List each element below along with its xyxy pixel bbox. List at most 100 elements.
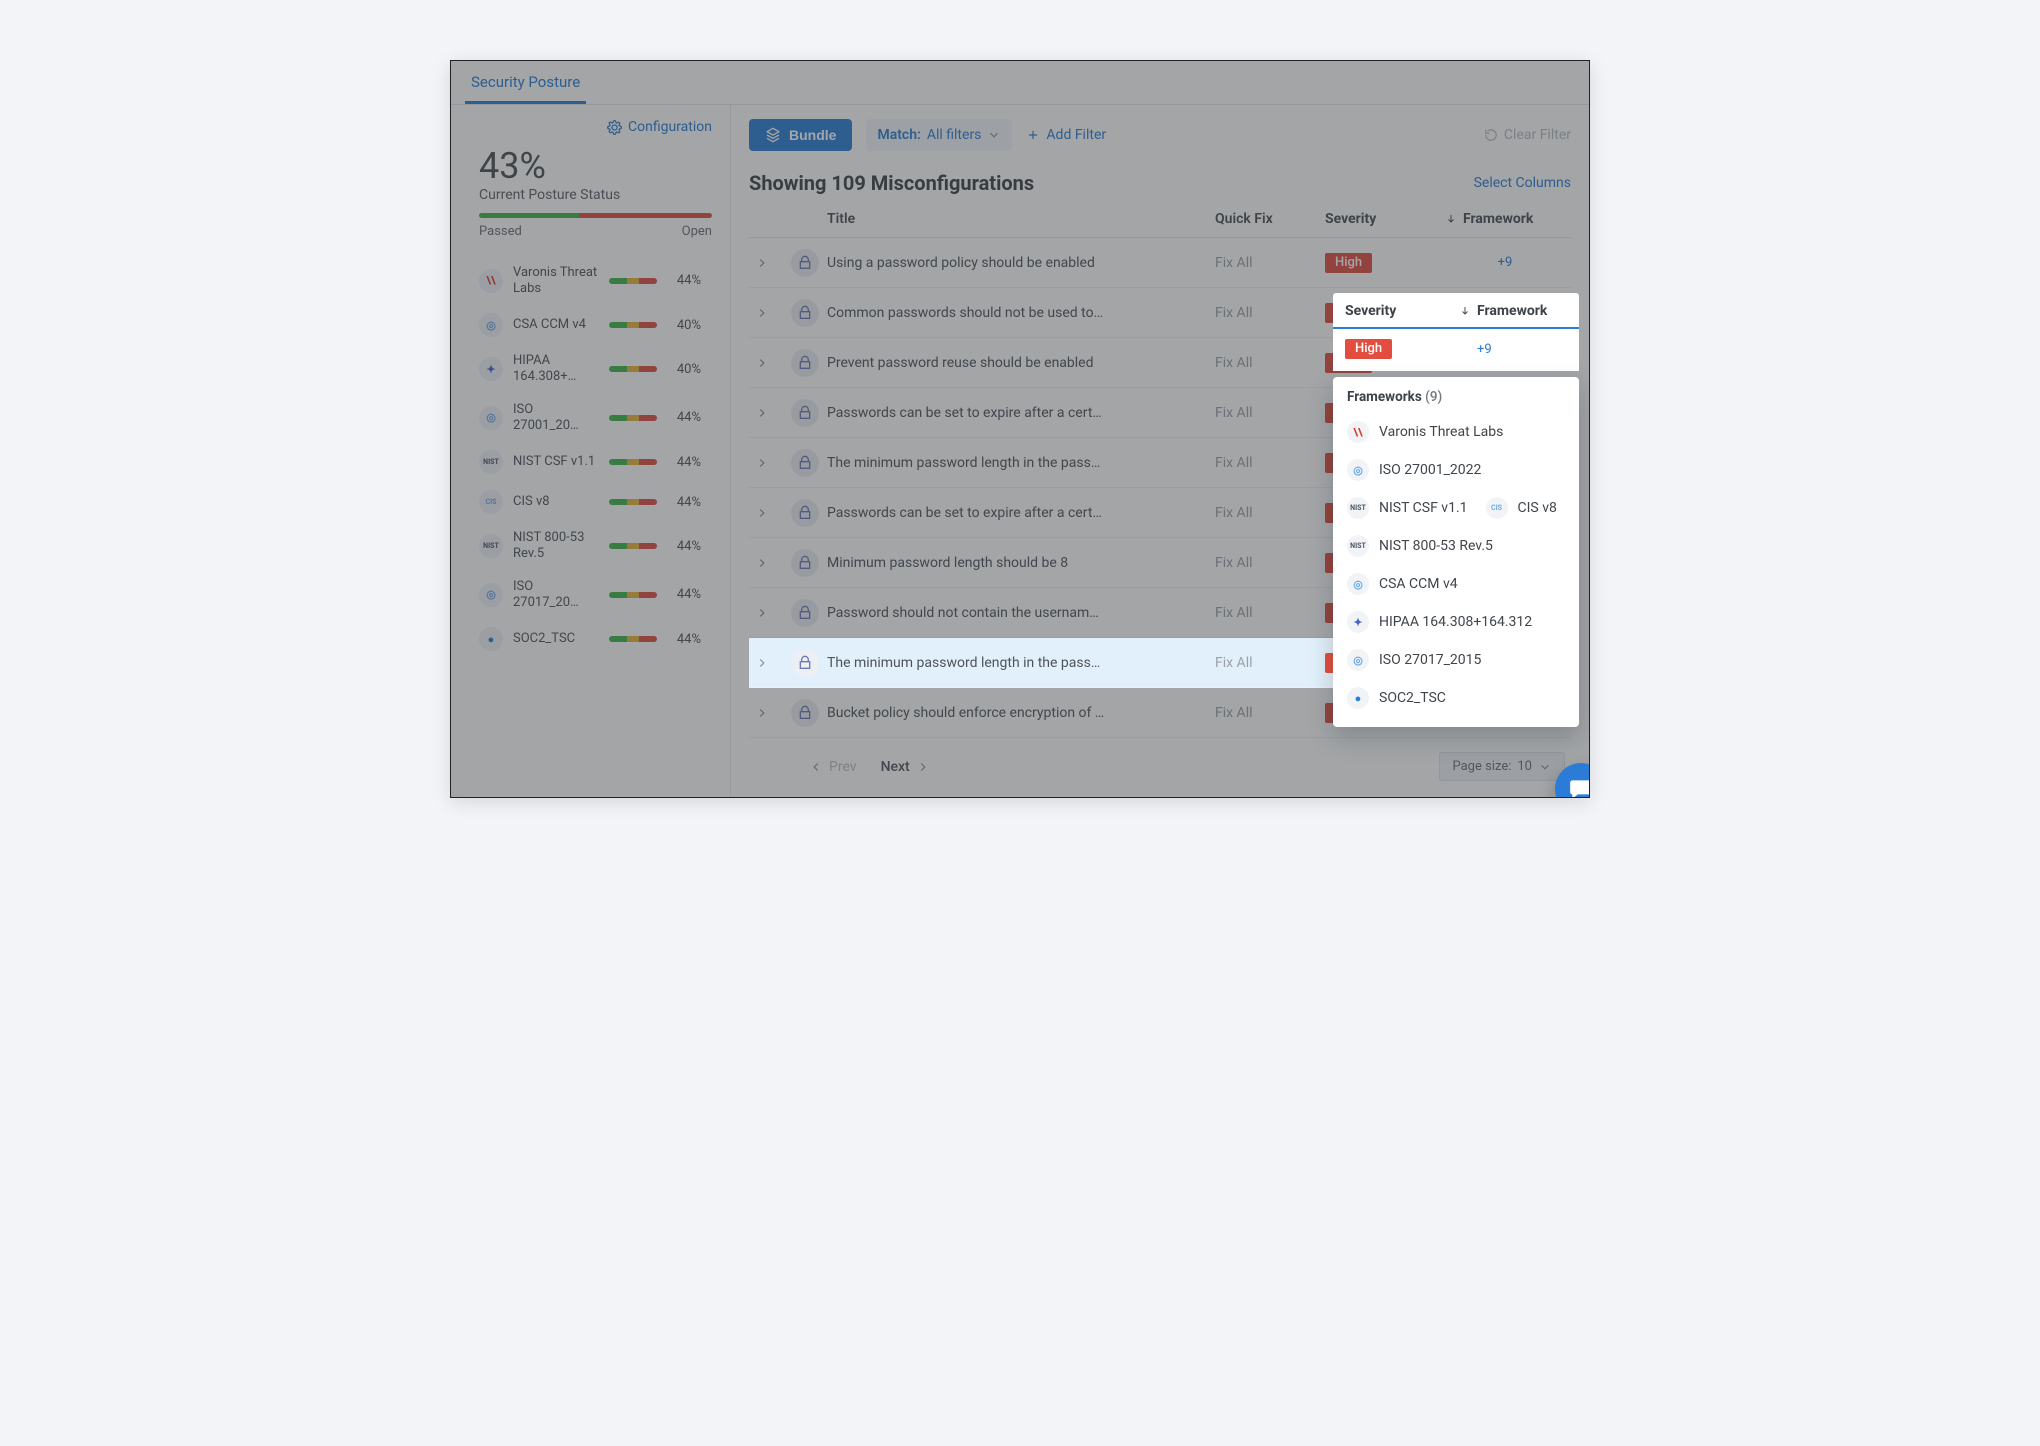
framework-icon: NIST	[479, 534, 503, 558]
framework-name: HIPAA 164.308+164.312	[1379, 614, 1532, 630]
framework-icon: ◎	[479, 406, 503, 430]
pagination: Prev Next Page size: 10	[749, 738, 1571, 797]
popover-severity-badge: High	[1345, 339, 1392, 359]
fix-all-link[interactable]: Fix All	[1215, 705, 1325, 721]
framework-item[interactable]: ✦ HIPAA 164.308+164.312	[1347, 603, 1565, 641]
framework-icon: \\	[479, 269, 503, 293]
framework-name: CSA CCM v4	[513, 317, 599, 333]
framework-name: ISO 27017_2015	[1379, 652, 1481, 668]
fix-all-link[interactable]: Fix All	[1215, 455, 1325, 471]
framework-pct: 44%	[667, 273, 701, 288]
framework-item[interactable]: ◎ ISO 27017_2015	[1347, 641, 1565, 679]
framework-icon: ◎	[1347, 459, 1369, 481]
fix-all-link[interactable]: Fix All	[1215, 305, 1325, 321]
misconfig-title: Bucket policy should enforce encryption …	[827, 705, 1215, 721]
framework-item[interactable]: NIST NIST CSF v1.1 CIS CIS v8	[1347, 489, 1565, 527]
fix-all-link[interactable]: Fix All	[1215, 255, 1325, 271]
expand-row[interactable]	[755, 356, 791, 370]
bundle-button[interactable]: Bundle	[749, 119, 852, 151]
expand-row[interactable]	[755, 656, 791, 670]
reset-icon	[1484, 128, 1498, 142]
framework-item[interactable]: \\ Varonis Threat Labs	[1347, 413, 1565, 451]
framework-list: \\ Varonis Threat Labs 44% ◎ CSA CCM v4 …	[479, 257, 712, 660]
select-columns-link[interactable]: Select Columns	[1474, 175, 1571, 191]
fix-all-link[interactable]: Fix All	[1215, 605, 1325, 621]
clear-filter-button[interactable]: Clear Filter	[1484, 127, 1571, 143]
col-framework[interactable]: Framework	[1445, 211, 1565, 227]
sidebar-framework-item[interactable]: ◎ ISO 27001_20… 44%	[479, 394, 712, 443]
configuration-link[interactable]: Configuration	[607, 119, 712, 135]
expand-row[interactable]	[755, 556, 791, 570]
expand-row[interactable]	[755, 506, 791, 520]
match-dropdown[interactable]: Match: All filters	[866, 119, 1012, 151]
chevron-left-icon	[809, 760, 823, 774]
add-filter-label: Add Filter	[1046, 127, 1106, 143]
popover-col-severity[interactable]: Severity	[1345, 303, 1459, 319]
add-filter-button[interactable]: Add Filter	[1026, 127, 1106, 143]
framework-name: NIST 800-53 Rev.5	[1379, 538, 1493, 554]
framework-pct: 40%	[667, 362, 701, 377]
popover-active-row: High +9	[1333, 329, 1579, 371]
misconfig-icon	[791, 499, 819, 527]
expand-row[interactable]	[755, 606, 791, 620]
framework-icon: NIST	[1347, 535, 1369, 557]
framework-icon: NIST	[1347, 497, 1369, 519]
framework-mini-bar	[609, 415, 657, 421]
popover-fw-count[interactable]: +9	[1459, 342, 1567, 357]
expand-row[interactable]	[755, 256, 791, 270]
fix-all-link[interactable]: Fix All	[1215, 655, 1325, 671]
framework-count-link[interactable]: +9	[1445, 255, 1565, 270]
sidebar-framework-item[interactable]: ● SOC2_TSC 44%	[479, 619, 712, 659]
framework-icon: ◎	[1347, 573, 1369, 595]
page-size-select[interactable]: Page size: 10	[1439, 752, 1565, 781]
framework-item[interactable]: ◎ CSA CCM v4	[1347, 565, 1565, 603]
sidebar-framework-item[interactable]: \\ Varonis Threat Labs 44%	[479, 257, 712, 306]
col-quickfix[interactable]: Quick Fix	[1215, 211, 1325, 227]
framework-icon: \\	[1347, 421, 1369, 443]
sidebar-framework-item[interactable]: CIS CIS v8 44%	[479, 482, 712, 522]
sidebar-framework-item[interactable]: NIST NIST 800-53 Rev.5 44%	[479, 522, 712, 571]
framework-mini-bar	[609, 499, 657, 505]
prev-page[interactable]: Prev	[809, 759, 857, 775]
framework-item[interactable]: NIST NIST 800-53 Rev.5	[1347, 527, 1565, 565]
next-page[interactable]: Next	[881, 759, 930, 775]
match-label: Match:	[877, 127, 920, 143]
misconfig-title: Passwords can be set to expire after a c…	[827, 505, 1215, 521]
bundle-label: Bundle	[789, 127, 836, 143]
expand-row[interactable]	[755, 306, 791, 320]
popover-col-framework[interactable]: Framework	[1459, 303, 1567, 319]
col-severity[interactable]: Severity	[1325, 211, 1445, 227]
expand-row[interactable]	[755, 406, 791, 420]
misconfig-icon	[791, 449, 819, 477]
framework-name: ISO 27017_20…	[513, 579, 599, 612]
framework-name: SOC2_TSC	[513, 631, 599, 647]
fix-all-link[interactable]: Fix All	[1215, 355, 1325, 371]
misconfig-icon	[791, 299, 819, 327]
framework-item[interactable]: ● SOC2_TSC	[1347, 679, 1565, 717]
fix-all-link[interactable]: Fix All	[1215, 405, 1325, 421]
sidebar-framework-item[interactable]: ◎ ISO 27017_20… 44%	[479, 571, 712, 620]
layers-icon	[765, 127, 781, 143]
misconfig-title: Common passwords should not be used to…	[827, 305, 1215, 321]
framework-pct: 44%	[667, 495, 701, 510]
frameworks-card-title: Frameworks	[1347, 389, 1422, 405]
fix-all-link[interactable]: Fix All	[1215, 505, 1325, 521]
tab-security-posture[interactable]: Security Posture	[465, 61, 586, 104]
page-size-value: 10	[1517, 759, 1532, 774]
framework-item[interactable]: ◎ ISO 27001_2022	[1347, 451, 1565, 489]
sidebar-framework-item[interactable]: ✦ HIPAA 164.308+… 40%	[479, 345, 712, 394]
posture-score: 43%	[479, 145, 712, 187]
expand-row[interactable]	[755, 706, 791, 720]
misconfig-title: The minimum password length in the pass…	[827, 655, 1215, 671]
table-row[interactable]: Using a password policy should be enable…	[749, 238, 1571, 288]
sidebar-framework-item[interactable]: NIST NIST CSF v1.1 44%	[479, 442, 712, 482]
fix-all-link[interactable]: Fix All	[1215, 555, 1325, 571]
expand-row[interactable]	[755, 456, 791, 470]
sidebar-framework-item[interactable]: ◎ CSA CCM v4 40%	[479, 305, 712, 345]
framework-mini-bar	[609, 636, 657, 642]
framework-pct: 44%	[667, 632, 701, 647]
framework-name: Varonis Threat Labs	[513, 265, 599, 298]
col-title[interactable]: Title	[827, 211, 1215, 227]
misconfig-title: Using a password policy should be enable…	[827, 255, 1215, 271]
framework-icon: ◎	[479, 583, 503, 607]
